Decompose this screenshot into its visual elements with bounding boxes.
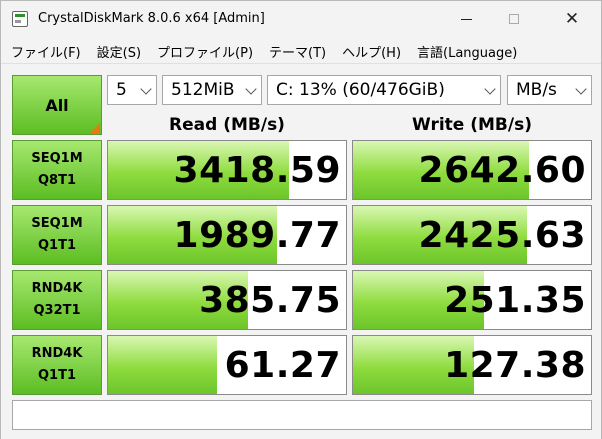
test-label-line1: SEQ1M [31, 151, 83, 166]
menu-bar: ファイル(F) 設定(S) プロファイル(P) テーマ(T) ヘルプ(H) 言語… [1, 39, 601, 63]
test-size-select[interactable]: 512MiB [162, 75, 262, 105]
maximize-icon [509, 14, 519, 24]
write-result-rnd4k-q32t1: 251.35 [352, 270, 592, 330]
unit-value: MB/s [516, 80, 557, 100]
drive-select[interactable]: C: 13% (60/476GiB) [267, 75, 501, 105]
menu-file[interactable]: ファイル(F) [1, 42, 89, 61]
drive-value: C: 13% (60/476GiB) [276, 80, 445, 100]
test-label-line1: RND4K [31, 281, 83, 296]
test-count-select[interactable]: 5 [107, 75, 157, 105]
menu-settings[interactable]: 設定(S) [89, 42, 149, 61]
main-panel: All 5 512MiB C: 13% (60/476GiB) MB/s Rea… [1, 63, 601, 439]
test-label-line2: Q1T1 [37, 368, 76, 383]
corner-indicator-icon [90, 123, 100, 133]
menu-help[interactable]: ヘルプ(H) [334, 42, 409, 61]
app-icon [12, 11, 28, 27]
maximize-button[interactable] [491, 1, 537, 37]
read-value: 61.27 [224, 345, 341, 386]
test-label-line2: Q8T1 [37, 173, 76, 188]
test-button-seq1m-q1t1[interactable]: SEQ1M Q1T1 [12, 205, 102, 265]
window-title: CrystalDiskMark 8.0.6 x64 [Admin] [38, 11, 265, 26]
read-result-rnd4k-q32t1: 385.75 [107, 270, 347, 330]
write-value: 251.35 [444, 280, 586, 321]
menu-language[interactable]: 言語(Language) [409, 42, 525, 61]
title-bar[interactable]: CrystalDiskMark 8.0.6 x64 [Admin] ✕ [1, 1, 601, 39]
chevron-down-icon [140, 83, 152, 95]
write-result-rnd4k-q1t1: 127.38 [352, 335, 592, 395]
read-value: 1989.77 [173, 215, 341, 256]
test-size-value: 512MiB [171, 80, 235, 100]
write-value: 2425.63 [418, 215, 586, 256]
minimize-icon [460, 18, 472, 20]
unit-select[interactable]: MB/s [507, 75, 592, 105]
write-column-header: Write (MB/s) [412, 115, 532, 135]
test-button-seq1m-q8t1[interactable]: SEQ1M Q8T1 [12, 140, 102, 200]
write-value: 2642.60 [418, 150, 586, 191]
test-button-rnd4k-q32t1[interactable]: RND4K Q32T1 [12, 270, 102, 330]
write-result-seq1m-q8t1: 2642.60 [352, 140, 592, 200]
read-bar [108, 336, 218, 394]
chevron-down-icon [484, 83, 496, 95]
chevron-down-icon [245, 83, 257, 95]
read-value: 385.75 [199, 280, 341, 321]
test-count-value: 5 [116, 80, 127, 100]
read-column-header: Read (MB/s) [169, 115, 285, 135]
read-value: 3418.59 [173, 150, 341, 191]
close-icon: ✕ [564, 8, 580, 29]
test-label-line1: SEQ1M [31, 216, 83, 231]
test-button-rnd4k-q1t1[interactable]: RND4K Q1T1 [12, 335, 102, 395]
all-button[interactable]: All [12, 75, 102, 135]
chevron-down-icon [575, 83, 587, 95]
read-result-rnd4k-q1t1: 61.27 [107, 335, 347, 395]
test-label-line1: RND4K [31, 346, 83, 361]
minimize-button[interactable] [443, 1, 489, 37]
test-label-line2: Q1T1 [37, 238, 76, 253]
test-label-line2: Q32T1 [33, 303, 81, 318]
menu-theme[interactable]: テーマ(T) [261, 42, 334, 61]
menu-profile[interactable]: プロファイル(P) [149, 42, 261, 61]
read-result-seq1m-q8t1: 3418.59 [107, 140, 347, 200]
read-result-seq1m-q1t1: 1989.77 [107, 205, 347, 265]
comment-field[interactable] [12, 400, 592, 430]
all-button-label: All [45, 95, 69, 115]
write-result-seq1m-q1t1: 2425.63 [352, 205, 592, 265]
write-value: 127.38 [444, 345, 586, 386]
close-button[interactable]: ✕ [549, 1, 595, 37]
app-window: CrystalDiskMark 8.0.6 x64 [Admin] ✕ ファイル… [0, 0, 602, 439]
